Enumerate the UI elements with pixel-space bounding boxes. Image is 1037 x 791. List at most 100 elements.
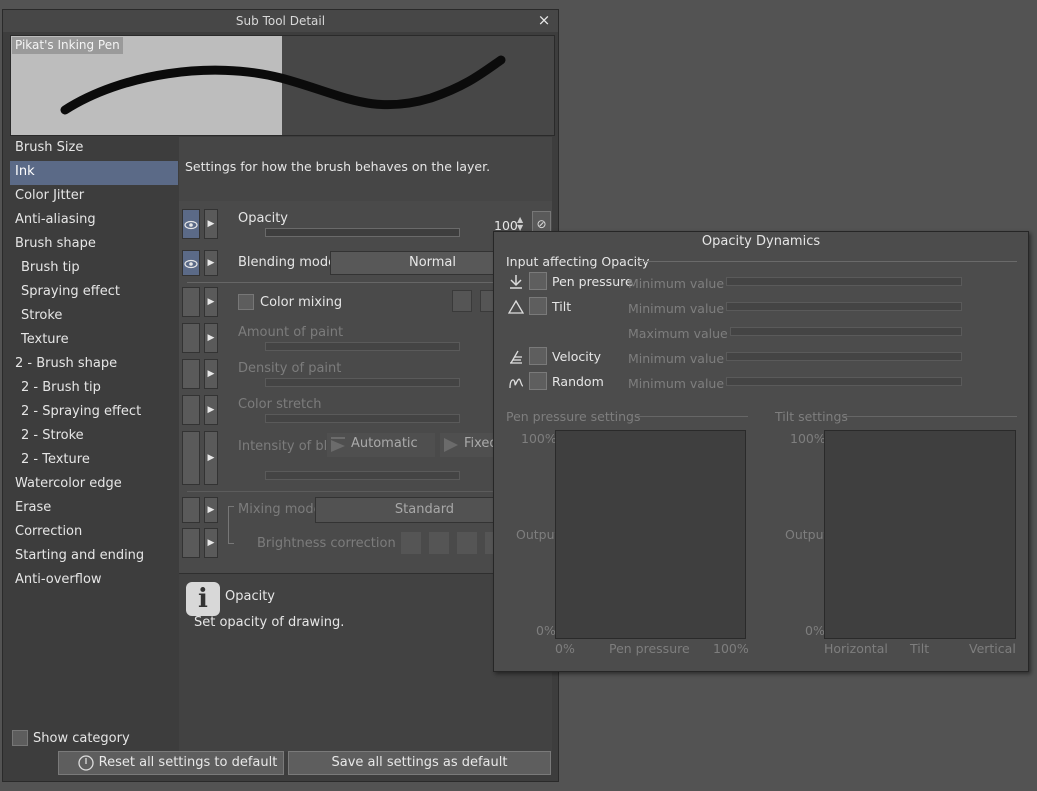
pen-y-bottom: 0% (536, 623, 556, 638)
dialog-title: Sub Tool Detail (235, 14, 326, 28)
category-item[interactable]: Spraying effect (10, 281, 178, 305)
opacity-visibility-toggle[interactable] (182, 209, 200, 239)
brightness-icon-1[interactable] (401, 532, 421, 554)
info-icon: i (186, 582, 220, 616)
tilt-max-label: Maximum value (628, 326, 728, 341)
category-item[interactable]: Texture (10, 329, 178, 353)
category-item[interactable]: Correction (10, 521, 178, 545)
random-icon (508, 374, 524, 390)
play-arrow-icon: ▶ (207, 297, 215, 307)
brightness-expand-arrow[interactable]: ▶ (204, 528, 218, 558)
category-item[interactable]: Anti-aliasing (10, 209, 178, 233)
brightness-icon-3[interactable] (457, 532, 477, 554)
brightness-visibility-toggle[interactable] (182, 528, 200, 558)
tilt-settings-title: Tilt settings (775, 409, 848, 424)
brightness-icon-2[interactable] (429, 532, 449, 554)
dynamics-icon: ⊘ (536, 217, 547, 231)
tilt-x-right: Vertical (969, 641, 1016, 656)
category-item[interactable]: Erase (10, 497, 178, 521)
mixing-mode-visibility-toggle[interactable] (182, 497, 200, 523)
color-stretch-slider[interactable] (265, 414, 460, 423)
stretch-visibility-toggle[interactable] (182, 395, 200, 425)
play-arrow-icon: ▶ (207, 369, 215, 379)
reset-button-label: Reset all settings to default (98, 755, 278, 770)
amount-of-paint-slider[interactable] (265, 342, 460, 351)
tilt-max-slider[interactable] (730, 327, 962, 336)
show-category-toggle[interactable]: Show category (12, 730, 130, 746)
category-item[interactable]: Starting and ending (10, 545, 178, 569)
velocity-min-label: Minimum value (628, 351, 725, 366)
category-item[interactable]: Anti-overflow (10, 569, 178, 593)
save-default-button[interactable]: Save all settings as default (288, 751, 551, 775)
category-item[interactable]: Brush shape (10, 233, 178, 257)
tilt-graph[interactable] (824, 430, 1016, 639)
category-item[interactable]: Color Jitter (10, 185, 178, 209)
close-icon[interactable]: × (536, 12, 552, 28)
tilt-min-slider[interactable] (726, 302, 962, 311)
velocity-checkbox[interactable] (529, 347, 547, 365)
separator (187, 282, 497, 283)
show-category-checkbox[interactable] (12, 730, 28, 746)
tilt-y-top: 100% (790, 431, 826, 446)
pen-y-label: Output (516, 527, 560, 542)
play-arrow-icon: ▶ (207, 219, 215, 229)
brush-preview: Pikat's Inking Pen (10, 35, 555, 136)
color-mixing-checkbox[interactable] (238, 294, 254, 310)
category-item[interactable]: Brush Size (10, 137, 178, 161)
category-item-selected[interactable]: Ink (10, 161, 178, 185)
pen-pressure-graph[interactable] (555, 430, 746, 639)
link-bracket (228, 506, 234, 544)
play-arrow-icon: ▶ (207, 453, 215, 463)
section-separator (637, 261, 1017, 262)
blur-expand-arrow[interactable]: ▶ (204, 431, 218, 485)
title-bar[interactable]: Sub Tool Detail × (3, 10, 558, 32)
blur-automatic-option[interactable]: Automatic (327, 433, 435, 457)
tilt-y-label: Output (785, 527, 829, 542)
opacity-expand-arrow[interactable]: ▶ (204, 209, 218, 239)
color-mixing-expand-arrow[interactable]: ▶ (204, 287, 218, 317)
blend-mode-icon[interactable] (452, 290, 472, 312)
stretch-expand-arrow[interactable]: ▶ (204, 395, 218, 425)
category-item[interactable]: Brush tip (10, 257, 178, 281)
tilt-checkbox[interactable] (529, 297, 547, 315)
blur-visibility-toggle[interactable] (182, 431, 200, 485)
intensity-of-blur-slider[interactable] (265, 471, 460, 480)
amount-visibility-toggle[interactable] (182, 323, 200, 353)
pen-pressure-checkbox[interactable] (529, 272, 547, 290)
color-mixing-visibility-toggle[interactable] (182, 287, 200, 317)
tilt-label: Tilt (552, 299, 572, 314)
category-item[interactable]: Watercolor edge (10, 473, 178, 497)
pen-pressure-min-slider[interactable] (726, 277, 962, 286)
random-checkbox[interactable] (529, 372, 547, 390)
velocity-label: Velocity (552, 349, 602, 364)
velocity-min-slider[interactable] (726, 352, 962, 361)
density-visibility-toggle[interactable] (182, 359, 200, 389)
separator (187, 491, 497, 492)
category-list: Brush Size Ink Color Jitter Anti-aliasin… (10, 137, 178, 593)
category-item[interactable]: 2 - Stroke (10, 425, 178, 449)
opacity-spinner[interactable]: ▲ ▼ (517, 216, 527, 232)
amount-expand-arrow[interactable]: ▶ (204, 323, 218, 353)
velocity-icon (508, 349, 524, 365)
density-expand-arrow[interactable]: ▶ (204, 359, 218, 389)
pen-settings-title: Pen pressure settings (506, 409, 641, 424)
blending-visibility-toggle[interactable] (182, 250, 200, 276)
category-item[interactable]: 2 - Texture (10, 449, 178, 473)
category-item[interactable]: 2 - Brush tip (10, 377, 178, 401)
tilt-min-label: Minimum value (628, 301, 725, 316)
pen-y-top: 100% (521, 431, 557, 446)
mixing-mode-expand-arrow[interactable]: ▶ (204, 497, 218, 523)
category-item[interactable]: Stroke (10, 305, 178, 329)
reset-settings-button[interactable]: Reset all settings to default (58, 751, 284, 775)
random-min-slider[interactable] (726, 377, 962, 386)
category-item[interactable]: 2 - Brush shape (10, 353, 178, 377)
blur-fixed-option[interactable]: Fixed (440, 433, 498, 457)
density-of-paint-slider[interactable] (265, 378, 460, 387)
category-item[interactable]: 2 - Spraying effect (10, 401, 178, 425)
opacity-slider[interactable] (265, 228, 460, 237)
intensity-of-blur-label: Intensity of blur (238, 439, 341, 454)
play-arrow-icon: ▶ (207, 333, 215, 343)
blending-mode-label: Blending mode (238, 255, 337, 270)
blending-expand-arrow[interactable]: ▶ (204, 250, 218, 276)
help-text: Set opacity of drawing. (194, 615, 345, 630)
